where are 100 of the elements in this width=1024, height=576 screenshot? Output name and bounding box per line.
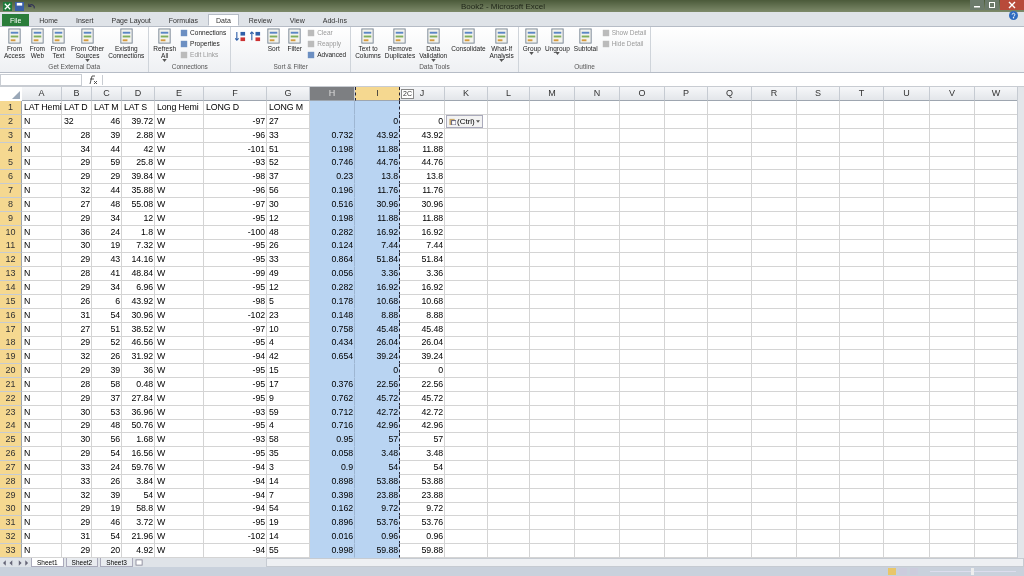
table-cell: 16.92 bbox=[400, 280, 445, 295]
row-header[interactable]: 5 bbox=[0, 156, 22, 171]
table-cell: 26.04 bbox=[400, 336, 445, 351]
table-cell: 28 bbox=[62, 377, 92, 392]
restore-icon[interactable] bbox=[985, 0, 999, 10]
horizontal-scrollbar[interactable] bbox=[265, 558, 1024, 567]
table-cell: 52 bbox=[92, 336, 122, 351]
row-header[interactable]: 6 bbox=[0, 170, 22, 185]
column-header[interactable]: N bbox=[575, 87, 620, 101]
column-header[interactable]: G bbox=[267, 87, 310, 101]
column-header[interactable]: C bbox=[92, 87, 122, 101]
table-cell: 32 bbox=[62, 114, 92, 129]
table-cell: 11.88 bbox=[400, 211, 445, 226]
table-cell: 55.08 bbox=[122, 197, 155, 212]
table-cell: -94 bbox=[204, 488, 267, 503]
table-cell: N bbox=[22, 447, 62, 462]
column-header[interactable]: B bbox=[62, 87, 92, 101]
row-header[interactable]: 7 bbox=[0, 184, 22, 199]
column-header[interactable]: R bbox=[752, 87, 797, 101]
table-cell: 16.56 bbox=[122, 447, 155, 462]
insert-sheet-icon[interactable] bbox=[134, 559, 144, 566]
column-header[interactable]: V bbox=[930, 87, 975, 101]
table-cell: 59.88 bbox=[355, 544, 400, 558]
row-header[interactable]: 11 bbox=[0, 239, 22, 254]
column-header[interactable]: T bbox=[840, 87, 884, 101]
column-header[interactable]: E bbox=[155, 87, 204, 101]
table-cell: 53.76 bbox=[355, 516, 400, 531]
row-header[interactable]: 24 bbox=[0, 419, 22, 434]
table-cell: 54 bbox=[92, 308, 122, 323]
table-cell: -95 bbox=[204, 336, 267, 351]
column-header[interactable]: Q bbox=[708, 87, 752, 101]
table-cell: 21.96 bbox=[122, 530, 155, 545]
column-header[interactable]: D bbox=[122, 87, 155, 101]
row-header[interactable]: 32 bbox=[0, 530, 22, 545]
table-cell: 16.92 bbox=[400, 225, 445, 240]
table-cell: 39 bbox=[92, 128, 122, 143]
table-cell: 3.48 bbox=[400, 447, 445, 462]
column-header[interactable]: P bbox=[665, 87, 708, 101]
table-cell: -95 bbox=[204, 364, 267, 379]
table-cell: 33 bbox=[62, 474, 92, 489]
select-all-icon[interactable] bbox=[12, 91, 20, 99]
vertical-scrollbar[interactable] bbox=[1017, 87, 1024, 558]
fx-icon[interactable] bbox=[86, 74, 98, 85]
row-header[interactable]: 19 bbox=[0, 350, 22, 365]
table-cell: -97 bbox=[204, 322, 267, 337]
row-header[interactable]: 20 bbox=[0, 364, 22, 379]
column-header[interactable]: A bbox=[22, 87, 62, 101]
table-cell: N bbox=[22, 267, 62, 282]
column-header[interactable]: S bbox=[797, 87, 840, 101]
help-icon[interactable] bbox=[1009, 11, 1018, 20]
table-cell: 51.84 bbox=[355, 253, 400, 268]
column-header[interactable]: O bbox=[620, 87, 665, 101]
close-icon[interactable] bbox=[1000, 0, 1024, 10]
row-header[interactable]: 1 bbox=[0, 101, 22, 115]
table-cell: 12 bbox=[122, 211, 155, 226]
table-cell: 46 bbox=[92, 516, 122, 531]
minimize-icon[interactable] bbox=[970, 0, 984, 10]
table-cell: 29 bbox=[62, 502, 92, 517]
undo-icon[interactable] bbox=[27, 1, 36, 11]
table-cell: 57 bbox=[355, 433, 400, 448]
row-header[interactable]: 31 bbox=[0, 516, 22, 531]
zoom-slider-icon[interactable] bbox=[928, 568, 1018, 575]
tool-icon bbox=[49, 28, 67, 45]
tool-icon bbox=[156, 28, 174, 45]
table-cell: 59.76 bbox=[122, 460, 155, 475]
save-icon[interactable] bbox=[15, 1, 24, 11]
column-header[interactable]: M bbox=[530, 87, 575, 101]
column-header[interactable]: F bbox=[204, 87, 267, 101]
column-header[interactable]: L bbox=[488, 87, 530, 101]
row-header[interactable]: 18 bbox=[0, 336, 22, 351]
column-header[interactable]: W bbox=[975, 87, 1018, 101]
tool-icon bbox=[117, 28, 135, 45]
sort-ascending-icon[interactable] bbox=[235, 31, 247, 42]
column-header[interactable]: I bbox=[355, 87, 400, 101]
row-header[interactable]: 25 bbox=[0, 433, 22, 448]
sort-descending-icon[interactable] bbox=[250, 31, 262, 42]
table-cell: N bbox=[22, 294, 62, 309]
table-cell: 36 bbox=[122, 364, 155, 379]
row-header[interactable]: 30 bbox=[0, 502, 22, 517]
tool-icon bbox=[424, 28, 442, 45]
column-header[interactable]: U bbox=[884, 87, 930, 101]
table-cell: 48 bbox=[92, 419, 122, 434]
column-header[interactable]: K bbox=[445, 87, 488, 101]
row-header[interactable]: 33 bbox=[0, 544, 22, 558]
table-cell: W bbox=[155, 336, 204, 351]
row-header[interactable]: 13 bbox=[0, 267, 22, 282]
row-header[interactable]: 12 bbox=[0, 253, 22, 268]
row-header[interactable]: 26 bbox=[0, 447, 22, 462]
table-cell: 53.76 bbox=[400, 516, 445, 531]
table-cell: 0.016 bbox=[310, 530, 355, 545]
table-cell: W bbox=[155, 460, 204, 475]
table-cell: -94 bbox=[204, 502, 267, 517]
table-cell: 6 bbox=[92, 294, 122, 309]
table-cell: 0.058 bbox=[310, 447, 355, 462]
table-cell: -94 bbox=[204, 350, 267, 365]
table-cell: 43.92 bbox=[400, 128, 445, 143]
sheet-navigation-icon[interactable] bbox=[3, 559, 29, 566]
excel-logo-icon bbox=[3, 1, 12, 11]
table-cell: 19 bbox=[92, 502, 122, 517]
table-cell: -95 bbox=[204, 211, 267, 226]
